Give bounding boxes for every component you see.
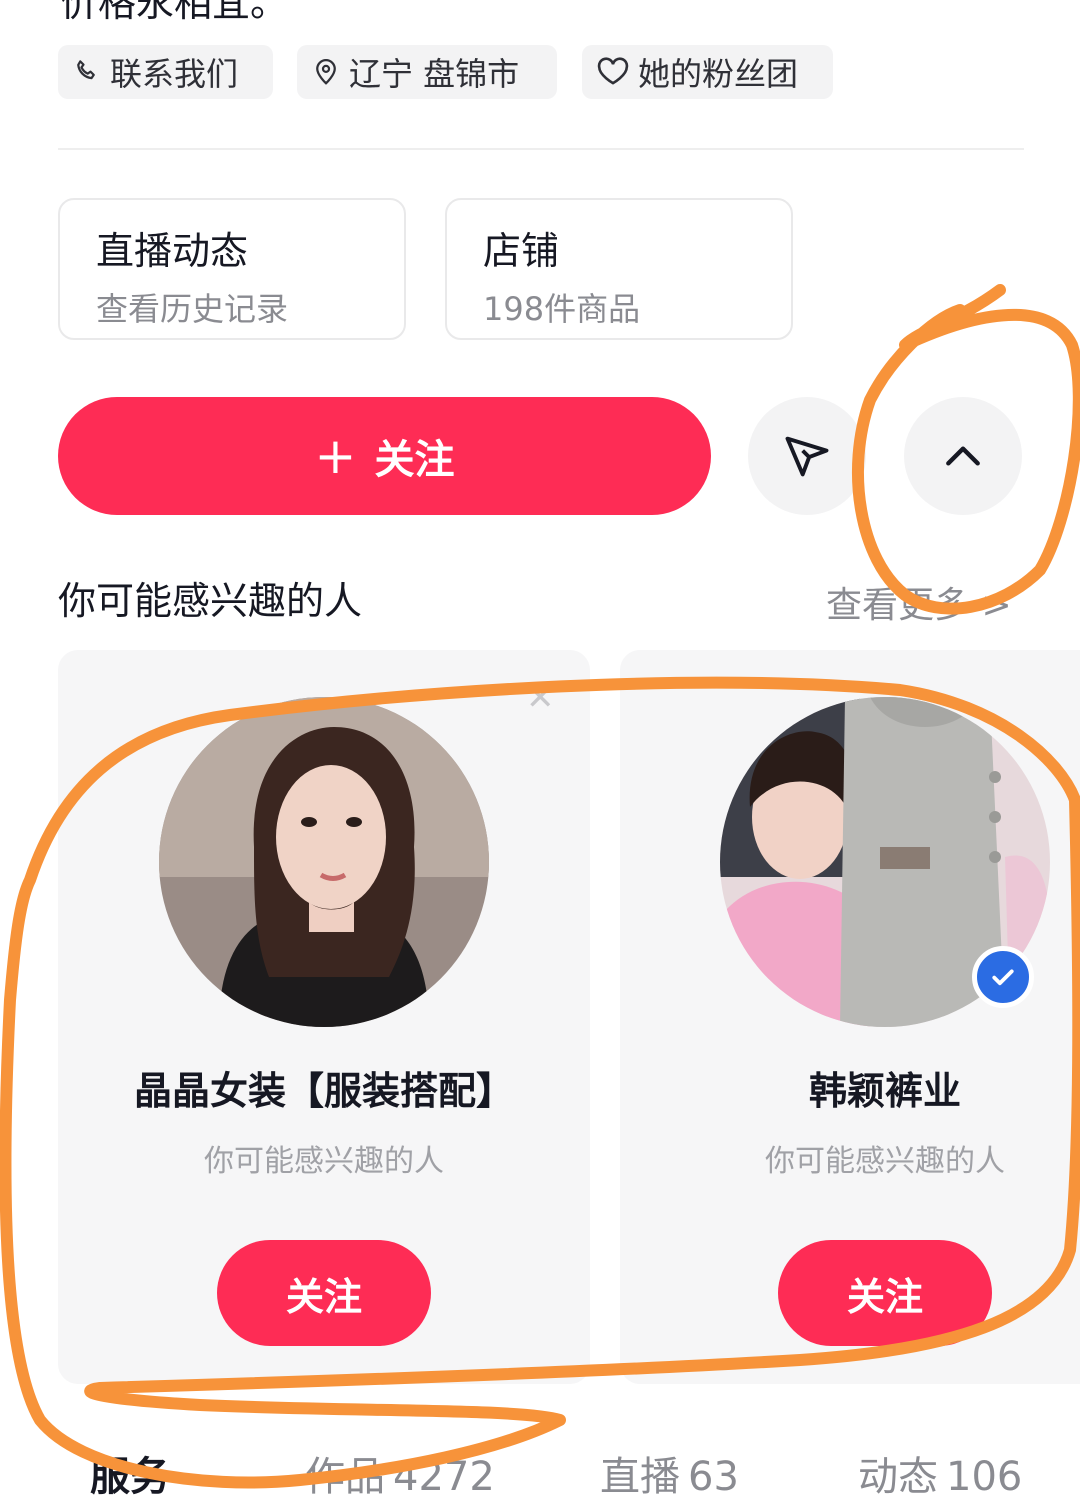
follow-label: 关注 <box>374 437 455 483</box>
recommend-title: 你可能感兴趣的人 <box>58 579 363 623</box>
contact-us-tag[interactable]: 联系我们 <box>58 45 273 99</box>
tab-live-count: 63 <box>688 1454 739 1500</box>
verified-badge-icon <box>972 946 1034 1008</box>
recommend-reason-2: 你可能感兴趣的人 <box>765 1144 1005 1179</box>
heart-icon <box>597 57 629 85</box>
tab-moments-label: 动态 <box>858 1454 938 1500</box>
tab-live-label: 直播 <box>600 1454 680 1500</box>
see-more-link[interactable]: 查看更多 > <box>826 576 1012 628</box>
fan-club-label: 她的粉丝团 <box>638 55 799 93</box>
shop-title: 店铺 <box>483 229 560 273</box>
location-tag[interactable]: 辽宁 盘锦市 <box>297 45 557 99</box>
live-history-card[interactable]: 直播动态 查看历史记录 <box>58 198 406 340</box>
collapse-button[interactable] <box>904 397 1022 515</box>
phone-icon <box>77 60 95 80</box>
tab-works-label: 作品 <box>305 1454 385 1500</box>
tab-moments-count: 106 <box>946 1454 1023 1500</box>
divider <box>58 148 1024 150</box>
live-history-subtitle: 查看历史记录 <box>96 290 289 328</box>
recommend-name-2: 韩颖裤业 <box>808 1069 961 1113</box>
contact-us-label: 联系我们 <box>110 55 239 93</box>
send-icon <box>785 436 829 477</box>
tab-live[interactable]: 直播 63 <box>600 1444 739 1502</box>
shop-subtitle: 198件商品 <box>483 290 641 328</box>
recommend-name-1: 晶晶女装【服装搭配】 <box>133 1069 514 1113</box>
recommend-card-2[interactable]: 韩颖裤业 你可能感兴趣的人 关注 <box>620 650 1080 1384</box>
follow-button-1[interactable]: 关注 <box>217 1240 431 1346</box>
tab-service-label: 服务 <box>90 1454 170 1500</box>
recommend-reason-1: 你可能感兴趣的人 <box>204 1144 444 1179</box>
close-icon[interactable]: ✕ <box>526 678 555 718</box>
share-button[interactable] <box>748 397 866 515</box>
tab-moments[interactable]: 动态 106 <box>858 1444 1022 1502</box>
location-pin-icon <box>316 59 336 85</box>
bio-text: 价格永相宜。 <box>60 0 289 25</box>
live-history-title: 直播动态 <box>96 229 249 273</box>
tab-works[interactable]: 作品 4272 <box>305 1444 495 1502</box>
fan-club-tag[interactable]: 她的粉丝团 <box>582 45 833 99</box>
tab-service[interactable]: 服务 <box>90 1444 170 1502</box>
recommend-card-1[interactable]: ✕ 晶晶女装【服装搭配】 你可能感兴趣的人 关注 <box>58 650 590 1384</box>
shop-card[interactable]: 店铺 198件商品 <box>445 198 793 340</box>
plus-icon: + <box>314 427 357 485</box>
follow-button[interactable]: + 关注 <box>58 397 711 515</box>
avatar-image-1 <box>159 697 489 1027</box>
avatar[interactable] <box>159 697 489 1027</box>
chevron-up-icon <box>946 446 980 466</box>
follow-button-2[interactable]: 关注 <box>778 1240 992 1346</box>
location-label: 辽宁 盘锦市 <box>349 55 520 93</box>
tab-works-count: 4272 <box>393 1454 495 1500</box>
